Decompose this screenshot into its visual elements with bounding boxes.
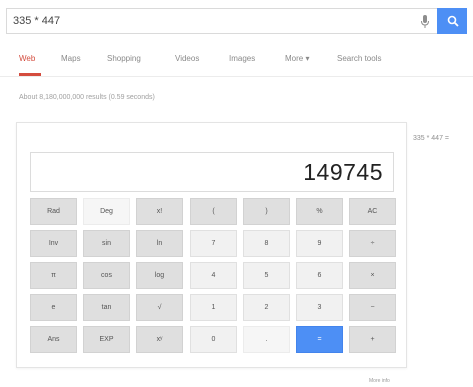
key-digit-9[interactable]: 9 bbox=[296, 230, 343, 257]
calculator-keypad: Rad Deg x! ()% AC Inv sin ln 7 8 9 ÷ π cos log 4 5 6 × e tan… bbox=[30, 198, 396, 358]
tabs-divider bbox=[0, 76, 473, 77]
key-digit-8[interactable]: 8 bbox=[243, 230, 290, 257]
key-digit-1[interactable]: 1 bbox=[190, 294, 237, 321]
key-log[interactable]: log bbox=[136, 262, 183, 289]
tab-images[interactable]: Images bbox=[229, 54, 255, 63]
key-decimal[interactable]: . bbox=[243, 326, 290, 353]
key-open-paren[interactable]: ( bbox=[190, 198, 237, 225]
key-deg[interactable]: Deg bbox=[83, 198, 130, 225]
key-ans[interactable]: Ans bbox=[30, 326, 77, 353]
key-exp[interactable]: EXP bbox=[83, 326, 130, 353]
search-button[interactable] bbox=[437, 8, 467, 34]
key-equals[interactable]: = bbox=[296, 326, 343, 353]
key-digit-3[interactable]: 3 bbox=[296, 294, 343, 321]
key-inverse[interactable]: Inv bbox=[30, 230, 77, 257]
key-sin[interactable]: sin bbox=[83, 230, 130, 257]
result-stats: About 8,180,000,000 results (0.59 second… bbox=[19, 94, 155, 101]
key-factorial[interactable]: x! bbox=[136, 198, 183, 225]
key-digit-4[interactable]: 4 bbox=[190, 262, 237, 289]
key-digit-2[interactable]: 2 bbox=[243, 294, 290, 321]
calculator-result: 149745 bbox=[303, 159, 383, 185]
key-power[interactable]: xʸ bbox=[136, 326, 183, 353]
search-icon bbox=[447, 15, 459, 27]
key-digit-5[interactable]: 5 bbox=[243, 262, 290, 289]
key-rad[interactable]: Rad bbox=[30, 198, 77, 225]
key-e[interactable]: e bbox=[30, 294, 77, 321]
key-plus[interactable]: + bbox=[349, 326, 396, 353]
tab-web[interactable]: Web bbox=[19, 54, 35, 63]
search-input[interactable] bbox=[13, 13, 393, 29]
calculator-display: 149745 bbox=[30, 152, 394, 192]
key-digit-6[interactable]: 6 bbox=[296, 262, 343, 289]
tab-maps[interactable]: Maps bbox=[61, 54, 81, 63]
key-digit-7[interactable]: 7 bbox=[190, 230, 237, 257]
search-bar bbox=[6, 8, 467, 34]
key-ln[interactable]: ln bbox=[136, 230, 183, 257]
tab-more[interactable]: More ▾ bbox=[285, 54, 309, 63]
key-minus[interactable]: − bbox=[349, 294, 396, 321]
tab-videos[interactable]: Videos bbox=[175, 54, 199, 63]
key-cos[interactable]: cos bbox=[83, 262, 130, 289]
key-percent[interactable]: % bbox=[296, 198, 343, 225]
key-tan[interactable]: tan bbox=[83, 294, 130, 321]
key-multiply[interactable]: × bbox=[349, 262, 396, 289]
key-sqrt[interactable]: √ bbox=[136, 294, 183, 321]
more-info-link[interactable]: More info bbox=[369, 378, 390, 384]
key-pi[interactable]: π bbox=[30, 262, 77, 289]
calculator-expression: 335 * 447 = bbox=[412, 135, 449, 142]
key-divide[interactable]: ÷ bbox=[349, 230, 396, 257]
tab-shopping[interactable]: Shopping bbox=[107, 54, 141, 63]
tab-search-tools[interactable]: Search tools bbox=[337, 54, 381, 63]
key-all-clear[interactable]: AC bbox=[349, 198, 396, 225]
key-digit-0[interactable]: 0 bbox=[190, 326, 237, 353]
key-close-paren[interactable]: ) bbox=[243, 198, 290, 225]
mic-icon[interactable] bbox=[420, 15, 430, 29]
